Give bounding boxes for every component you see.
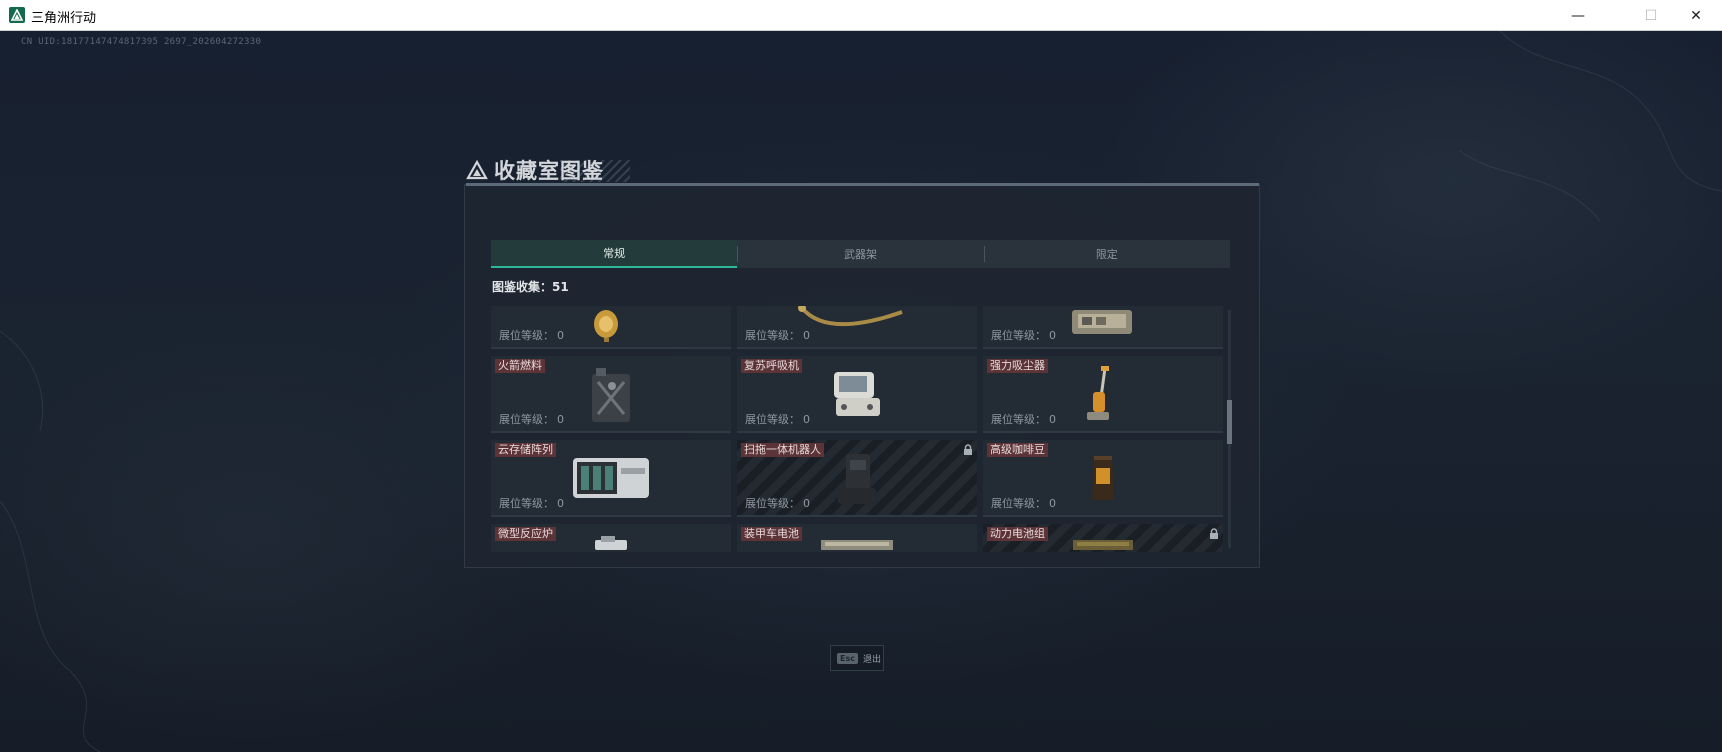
window-titlebar: 三角洲行动 — ☐ ✕ — [0, 0, 1722, 31]
collection-card[interactable]: 装甲车电池 — [737, 524, 977, 552]
collection-card[interactable]: 高级咖啡豆 展位等级： 0 — [983, 440, 1223, 517]
collection-card[interactable]: 微型反应炉 — [491, 524, 731, 552]
item-name: 云存储阵列 — [495, 443, 556, 457]
dialog-title: 收藏室图鉴 — [494, 159, 604, 183]
item-name: 扫拖一体机器人 — [741, 443, 824, 457]
item-name: 复苏呼吸机 — [741, 359, 802, 373]
tab-regular[interactable]: 常规 — [491, 240, 738, 268]
item-name: 强力吸尘器 — [987, 359, 1048, 373]
booth-level: 展位等级： 0 — [745, 413, 810, 426]
battery-pack-icon — [1073, 540, 1133, 550]
item-name: 装甲车电池 — [741, 527, 802, 541]
minimize-button[interactable]: — — [1555, 0, 1601, 31]
booth-level: 展位等级： 0 — [991, 329, 1056, 342]
tool-case-icon — [1072, 310, 1132, 334]
collection-card[interactable]: 展位等级： 0 — [491, 306, 731, 349]
tab-weapon-rack[interactable]: 武器架 — [737, 240, 983, 268]
vacuum-cleaner-icon — [1087, 366, 1109, 420]
collection-card[interactable]: 展位等级： 0 — [737, 306, 977, 349]
maximize-button[interactable]: ☐ — [1628, 0, 1674, 31]
collection-card[interactable]: 云存储阵列 展位等级： 0 — [491, 440, 731, 517]
booth-level: 展位等级： 0 — [991, 413, 1056, 426]
collection-grid: 展位等级： 0 展位等级： 0 展位等级： 0 火箭燃料 展位等级： 0 复苏呼吸机 展… — [491, 306, 1223, 552]
grid-scroll-thumb[interactable] — [1227, 400, 1232, 444]
booth-level: 展位等级： 0 — [991, 497, 1056, 510]
storage-array-icon — [573, 458, 649, 498]
item-name: 高级咖啡豆 — [987, 443, 1048, 457]
window-title: 三角洲行动 — [31, 11, 97, 26]
item-name: 微型反应炉 — [495, 527, 556, 541]
robot-mop-icon — [838, 454, 876, 504]
tab-limited[interactable]: 限定 — [983, 240, 1230, 268]
player-uid: CN UID:18177147474817395 2697_2026042723… — [21, 37, 262, 47]
collection-card-locked[interactable]: 扫拖一体机器人 展位等级： 0 — [737, 440, 977, 517]
exit-label: 退出 — [862, 654, 881, 665]
item-name: 动力电池组 — [987, 527, 1048, 541]
close-button[interactable]: ✕ — [1673, 0, 1719, 31]
booth-level: 展位等级： 0 — [499, 497, 564, 510]
app-logo-icon — [9, 7, 25, 23]
coffee-bag-icon — [1092, 456, 1114, 500]
collection-card[interactable]: 复苏呼吸机 展位等级： 0 — [737, 356, 977, 433]
dialog-heading: 收藏室图鉴 — [466, 155, 604, 185]
booth-level: 展位等级： 0 — [499, 329, 564, 342]
panel-top-border — [466, 183, 1259, 186]
collection-count: 图鉴收集：51 — [492, 278, 569, 295]
booth-level: 展位等级： 0 — [745, 329, 810, 342]
esc-key-badge: Esc — [837, 652, 858, 664]
golden-horn-icon — [798, 306, 903, 327]
ventilator-icon — [834, 372, 880, 416]
vehicle-battery-icon — [821, 540, 893, 550]
lock-icon — [1210, 528, 1218, 539]
category-tabs: 常规 武器架 限定 — [491, 240, 1230, 268]
item-name: 火箭燃料 — [495, 359, 545, 373]
lock-icon — [964, 444, 972, 455]
booth-level: 展位等级： 0 — [745, 497, 810, 510]
exit-button[interactable]: Esc 退出 — [830, 645, 884, 671]
collection-card[interactable]: 强力吸尘器 展位等级： 0 — [983, 356, 1223, 433]
collection-card-locked[interactable]: 动力电池组 — [983, 524, 1223, 552]
collection-count-label: 图鉴收集： — [492, 280, 553, 294]
collection-card[interactable]: 展位等级： 0 — [983, 306, 1223, 349]
collection-count-value: 51 — [552, 280, 569, 294]
delta-logo-icon — [466, 160, 488, 180]
mini-reactor-icon — [595, 536, 627, 550]
fuel-can-icon — [592, 368, 630, 422]
booth-level: 展位等级： 0 — [499, 413, 564, 426]
gold-watch-icon — [594, 310, 618, 342]
collection-card[interactable]: 火箭燃料 展位等级： 0 — [491, 356, 731, 433]
